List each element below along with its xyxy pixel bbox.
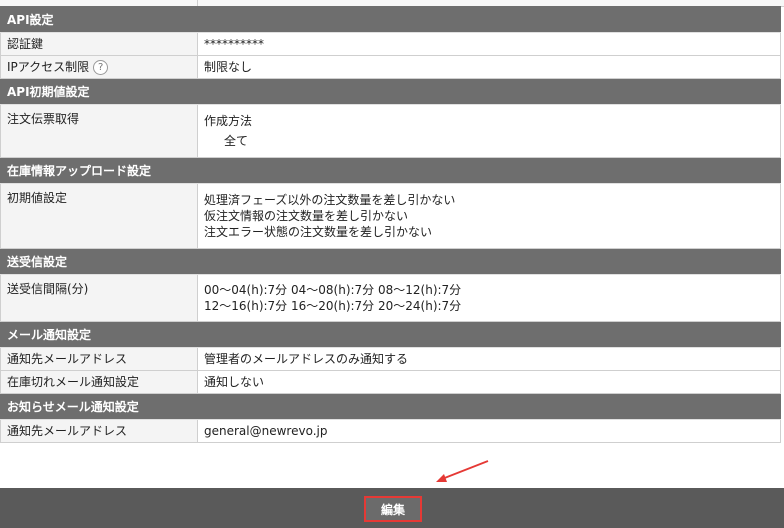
setting-line: 注文エラー状態の注文数量を差し引かない — [204, 225, 433, 239]
section-title: メール通知設定 — [0, 321, 781, 348]
annotation-arrow-icon — [436, 460, 489, 482]
row-interval: 送受信間隔(分) 00～04(h):7分 04～08(h):7分 08～12(h… — [0, 274, 781, 322]
section-title: API設定 — [0, 6, 781, 33]
section-header-api-defaults: API初期値設定 — [0, 78, 781, 105]
row-label-cell: IPアクセス制限? — [0, 55, 198, 79]
row-ip-access: IPアクセス制限? 制限なし — [0, 55, 781, 79]
row-label: 通知先メールアドレス — [0, 419, 198, 443]
section-header-api: API設定 — [0, 6, 781, 33]
settings-table: API設定 認証鍵 ********** IPアクセス制限? 制限なし API初… — [0, 6, 781, 443]
section-header-mail-notify: メール通知設定 — [0, 321, 781, 348]
row-label: 送受信間隔(分) — [0, 274, 198, 322]
row-order-slip: 注文伝票取得 作成方法 全て — [0, 104, 781, 158]
section-title: API初期値設定 — [0, 78, 781, 105]
order-slip-value: 作成方法 全て — [197, 104, 781, 158]
row-initial-settings: 初期値設定 処理済フェーズ以外の注文数量を差し引かない 仮注文情報の注文数量を差… — [0, 183, 781, 249]
creation-method-value: 全て — [224, 134, 249, 148]
row-label: 在庫切れメール通知設定 — [0, 370, 198, 394]
interval-line: 00～04(h):7分 04～08(h):7分 08～12(h):7分 — [204, 283, 462, 297]
row-label: 通知先メールアドレス — [0, 347, 198, 371]
row-news-address: 通知先メールアドレス general@newrevo.jp — [0, 419, 781, 443]
row-label: IPアクセス制限 — [7, 60, 90, 74]
notify-address-value: 管理者のメールアドレスのみ通知する — [197, 347, 781, 371]
section-title: 送受信設定 — [0, 248, 781, 275]
interval-line: 12～16(h):7分 16～20(h):7分 20～24(h):7分 — [204, 299, 462, 313]
row-label: 注文伝票取得 — [0, 104, 198, 158]
initial-settings-value: 処理済フェーズ以外の注文数量を差し引かない 仮注文情報の注文数量を差し引かない … — [197, 183, 781, 249]
out-of-stock-mail-value: 通知しない — [197, 370, 781, 394]
auth-key-value: ********** — [197, 32, 781, 56]
news-address-value: general@newrevo.jp — [197, 419, 781, 443]
section-header-send-receive: 送受信設定 — [0, 248, 781, 275]
section-title: 在庫情報アップロード設定 — [0, 157, 781, 184]
help-icon[interactable]: ? — [93, 60, 109, 75]
row-notify-address: 通知先メールアドレス 管理者のメールアドレスのみ通知する — [0, 347, 781, 371]
setting-line: 仮注文情報の注文数量を差し引かない — [204, 209, 409, 223]
row-auth-key: 認証鍵 ********** — [0, 32, 781, 56]
row-out-of-stock-mail: 在庫切れメール通知設定 通知しない — [0, 370, 781, 394]
interval-value: 00～04(h):7分 04～08(h):7分 08～12(h):7分 12～1… — [197, 274, 781, 322]
row-label: 初期値設定 — [0, 183, 198, 249]
section-title: お知らせメール通知設定 — [0, 393, 781, 420]
section-header-news-mail: お知らせメール通知設定 — [0, 393, 781, 420]
edit-button[interactable]: 編集 — [364, 496, 422, 522]
row-label: 認証鍵 — [0, 32, 198, 56]
section-header-inventory-upload: 在庫情報アップロード設定 — [0, 157, 781, 184]
creation-method-label: 作成方法 — [204, 114, 253, 128]
ip-access-value: 制限なし — [197, 55, 781, 79]
setting-line: 処理済フェーズ以外の注文数量を差し引かない — [204, 193, 456, 207]
